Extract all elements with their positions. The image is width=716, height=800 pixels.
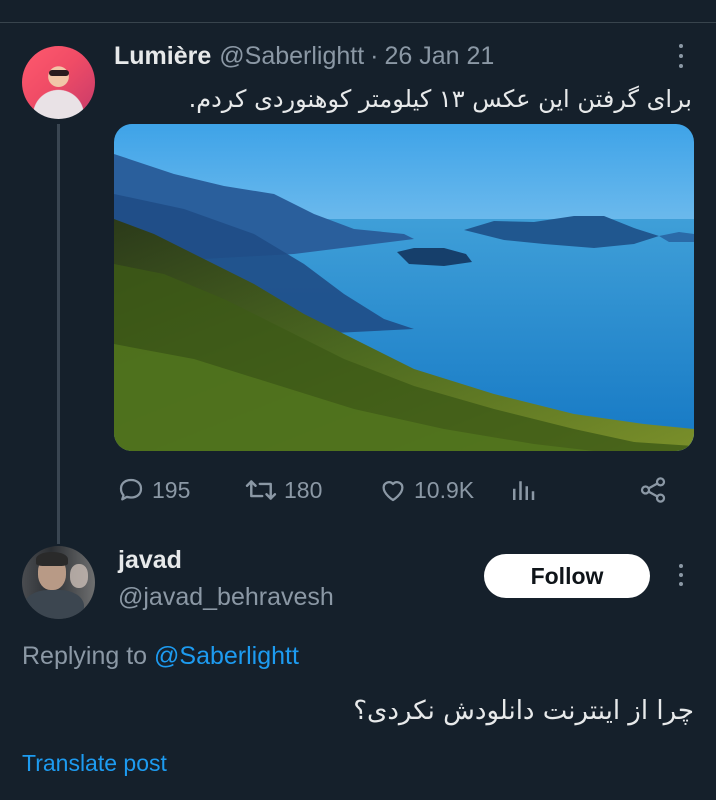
reply-text: چرا از اینترنت دانلودش نکردی؟ <box>353 696 694 726</box>
thread-connector <box>57 124 60 544</box>
more-icon[interactable] <box>674 44 688 68</box>
translate-post-link[interactable]: Translate post <box>22 750 167 777</box>
replying-to: Replying to @Saberlightt <box>22 642 299 671</box>
retweet-count: 180 <box>284 476 323 503</box>
tweet-date[interactable]: 26 Jan 21 <box>385 42 495 71</box>
reply-avatar[interactable] <box>22 546 95 619</box>
avatar[interactable] <box>22 46 95 119</box>
top-divider <box>0 22 716 23</box>
views-button[interactable] <box>508 470 538 510</box>
retweet-icon <box>245 480 277 500</box>
author-handle[interactable]: @Saberlightt <box>219 42 364 71</box>
replying-label: Replying to <box>22 642 148 670</box>
replying-mention[interactable]: @Saberlightt <box>154 642 299 670</box>
header-separator: · <box>370 42 379 70</box>
reply-count: 195 <box>152 476 191 503</box>
reply-author-name[interactable]: javad <box>118 546 182 575</box>
author-name[interactable]: Lumière <box>114 42 211 71</box>
avatar-glasses <box>49 70 69 76</box>
reply-icon <box>119 478 143 501</box>
share-icon <box>640 477 666 503</box>
landscape-image <box>114 124 694 451</box>
reply-button[interactable]: 195 <box>116 470 190 510</box>
more-icon[interactable] <box>674 564 688 586</box>
retweet-button[interactable]: 180 <box>244 470 322 510</box>
like-button[interactable]: 10.9K <box>378 470 474 510</box>
heart-icon <box>382 481 404 502</box>
reply-author-handle[interactable]: @javad_behravesh <box>118 583 334 612</box>
tweet-text: برای گرفتن این عکس ۱۳ کیلومتر کوهنوردی ک… <box>188 85 692 113</box>
analytics-icon <box>513 481 535 500</box>
share-button[interactable] <box>638 470 668 510</box>
tweet-actions: 195 180 10.9K <box>116 470 676 510</box>
tweet-photo[interactable] <box>114 124 694 451</box>
follow-button[interactable]: Follow <box>484 554 650 598</box>
tweet-thread: Lumière @Saberlightt · 26 Jan 21 برای گر… <box>0 0 716 800</box>
tweet-header: Lumière @Saberlightt · 26 Jan 21 <box>114 42 494 74</box>
like-count: 10.9K <box>414 476 475 503</box>
